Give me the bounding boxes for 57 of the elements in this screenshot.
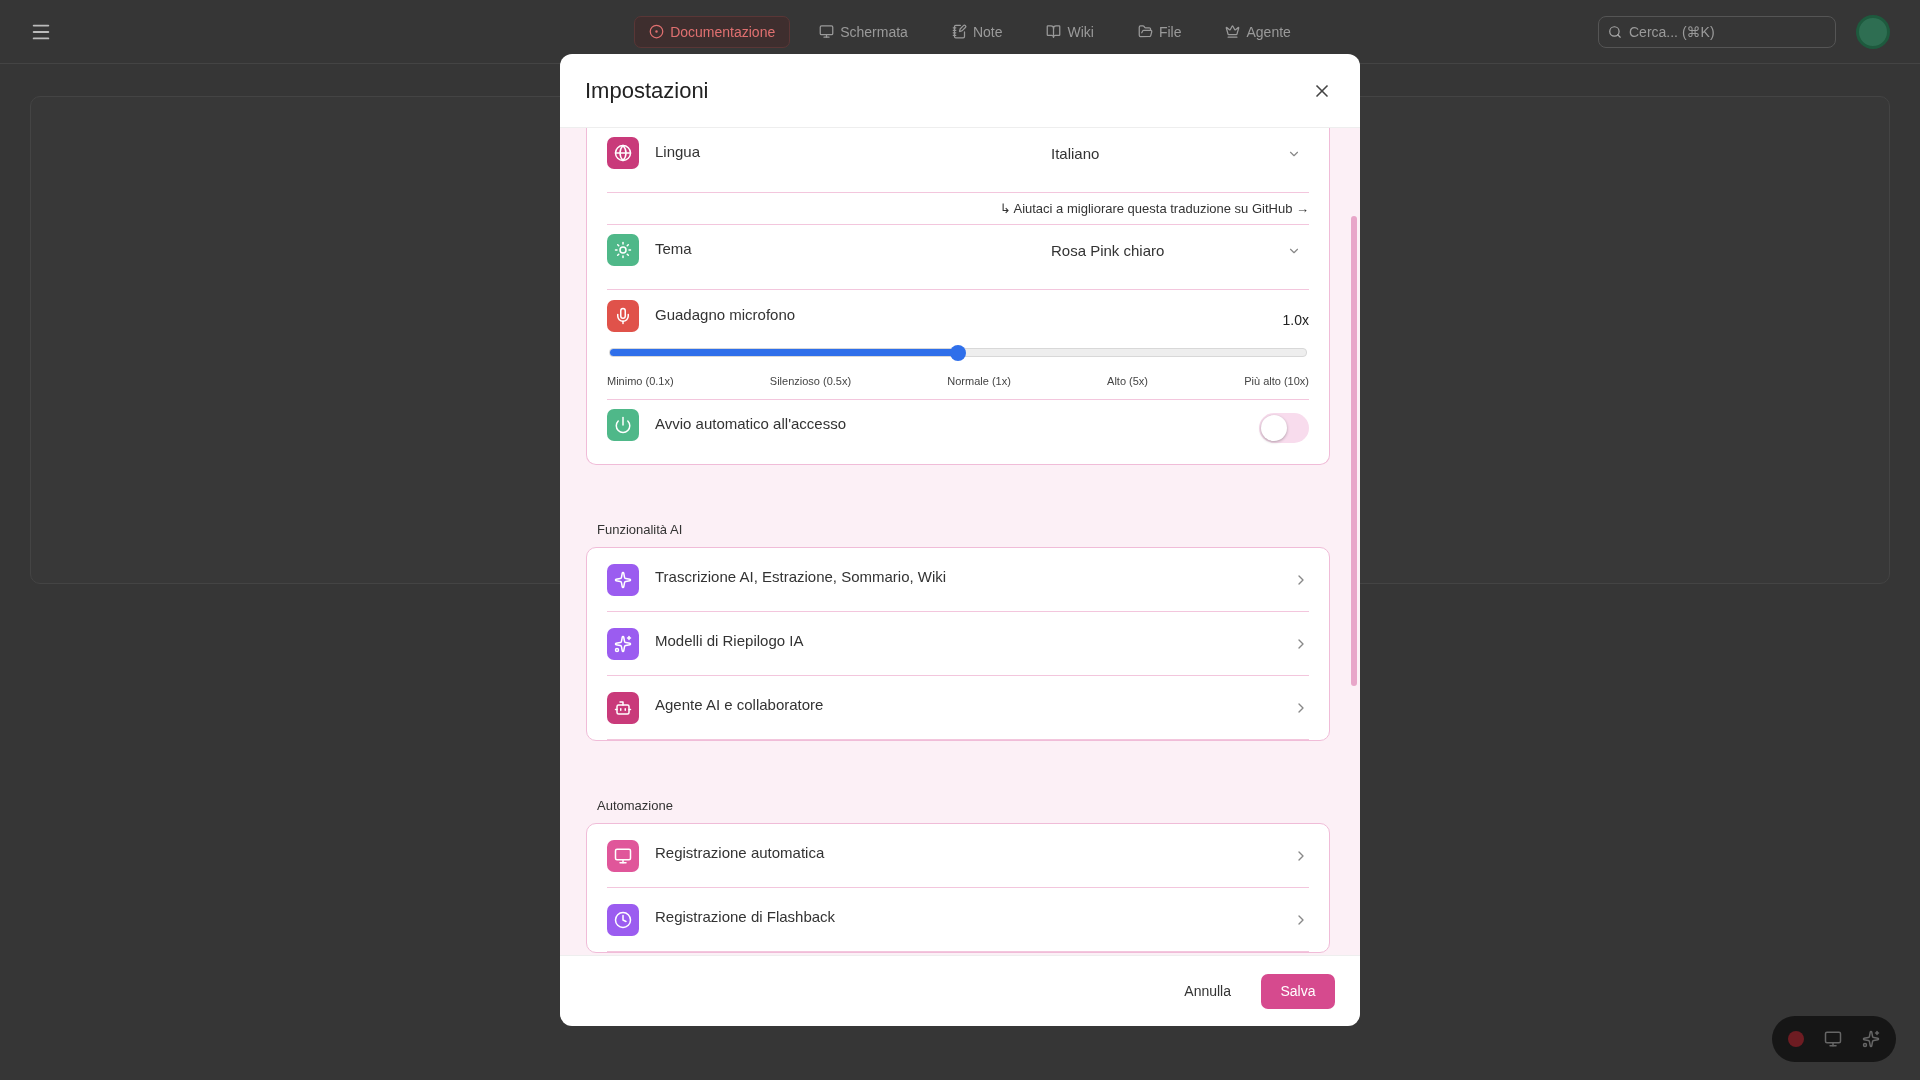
screen-icon[interactable] bbox=[1824, 1030, 1842, 1048]
tick-label: Normale (1x) bbox=[947, 375, 1011, 387]
note-icon bbox=[951, 24, 967, 39]
setting-label: Trascrizione AI, Estrazione, Sommario, Wiki bbox=[655, 568, 948, 585]
folder-icon bbox=[1137, 24, 1153, 39]
setting-label: Registrazione automatica bbox=[655, 844, 826, 861]
gain-reading: 1.0x bbox=[1282, 311, 1309, 328]
setting-label: Agente AI e collaboratore bbox=[655, 696, 825, 713]
slider-thumb[interactable] bbox=[950, 344, 966, 361]
crown-icon bbox=[1225, 24, 1241, 39]
dialog-title: Impostazioni bbox=[585, 77, 709, 104]
monitor-icon bbox=[614, 846, 632, 865]
save-button[interactable]: Salva bbox=[1261, 973, 1335, 1009]
section-title: Funzionalità AI bbox=[596, 522, 684, 539]
robot-icon bbox=[614, 698, 632, 717]
setting-label: Registrazione di Flashback bbox=[655, 908, 837, 925]
nav-tab[interactable]: Schermata bbox=[804, 15, 923, 48]
search-field[interactable]: Cerca... (⌘K) bbox=[1598, 15, 1836, 48]
nav-tab[interactable]: Note bbox=[936, 15, 1018, 48]
settings-item[interactable]: Registrazione automatica bbox=[607, 824, 1309, 888]
settings-item[interactable]: Agente AI e collaboratore bbox=[607, 676, 1309, 740]
tick-label: Alto (5x) bbox=[1107, 375, 1148, 387]
select-dropdown[interactable]: Rosa Pink chiaro bbox=[1051, 234, 1301, 259]
monitor-icon bbox=[819, 24, 835, 39]
cancel-button[interactable]: Annulla bbox=[1178, 975, 1237, 1007]
nav-tab[interactable]: File bbox=[1122, 15, 1197, 48]
nav-tab[interactable]: Agente bbox=[1210, 15, 1306, 48]
sparkle-icon bbox=[614, 570, 632, 589]
tick-label: Più alto (10x) bbox=[1244, 375, 1309, 387]
settings-item[interactable]: Trascrizione AI, Estrazione, Sommario, Wiki bbox=[607, 548, 1309, 612]
microphone-icon bbox=[614, 307, 632, 325]
setting-label: Modelli di Riepilogo IA bbox=[655, 632, 805, 649]
toggle-switch[interactable] bbox=[1259, 413, 1309, 443]
book-icon bbox=[1046, 24, 1062, 39]
search-icon bbox=[1608, 24, 1622, 39]
github-link[interactable]: ↳ Aiutaci a migliorare questa traduzione su GitHub → bbox=[999, 201, 1309, 216]
power-icon bbox=[614, 416, 632, 434]
nav-tab[interactable]: Wiki bbox=[1031, 15, 1109, 48]
record-icon bbox=[649, 24, 665, 39]
settings-item[interactable]: Modelli di Riepilogo IA bbox=[607, 612, 1309, 676]
clock-icon bbox=[614, 910, 632, 929]
tick-label: Minimo (0.1x) bbox=[607, 375, 674, 387]
setting-label: Guadagno microfono bbox=[655, 305, 797, 323]
section-title: Automazione bbox=[596, 798, 674, 815]
scrollbar-thumb[interactable] bbox=[1351, 216, 1357, 686]
sparkles-icon[interactable] bbox=[1862, 1030, 1880, 1048]
tick-label: Silenzioso (0.5x) bbox=[769, 375, 852, 387]
sparkles-icon bbox=[614, 634, 632, 653]
settings-item[interactable]: Registrazione di Flashback bbox=[607, 888, 1309, 952]
setting-label: Lingua bbox=[655, 142, 702, 160]
setting-label: Avvio automatico all'accesso bbox=[655, 414, 847, 432]
avatar[interactable] bbox=[1856, 14, 1890, 49]
select-dropdown[interactable]: Italiano bbox=[1051, 137, 1301, 162]
nav-tab[interactable]: Documentazione bbox=[634, 15, 791, 48]
setting-label: Tema bbox=[655, 239, 693, 257]
globe-icon bbox=[614, 144, 632, 162]
sun-icon bbox=[614, 241, 632, 259]
